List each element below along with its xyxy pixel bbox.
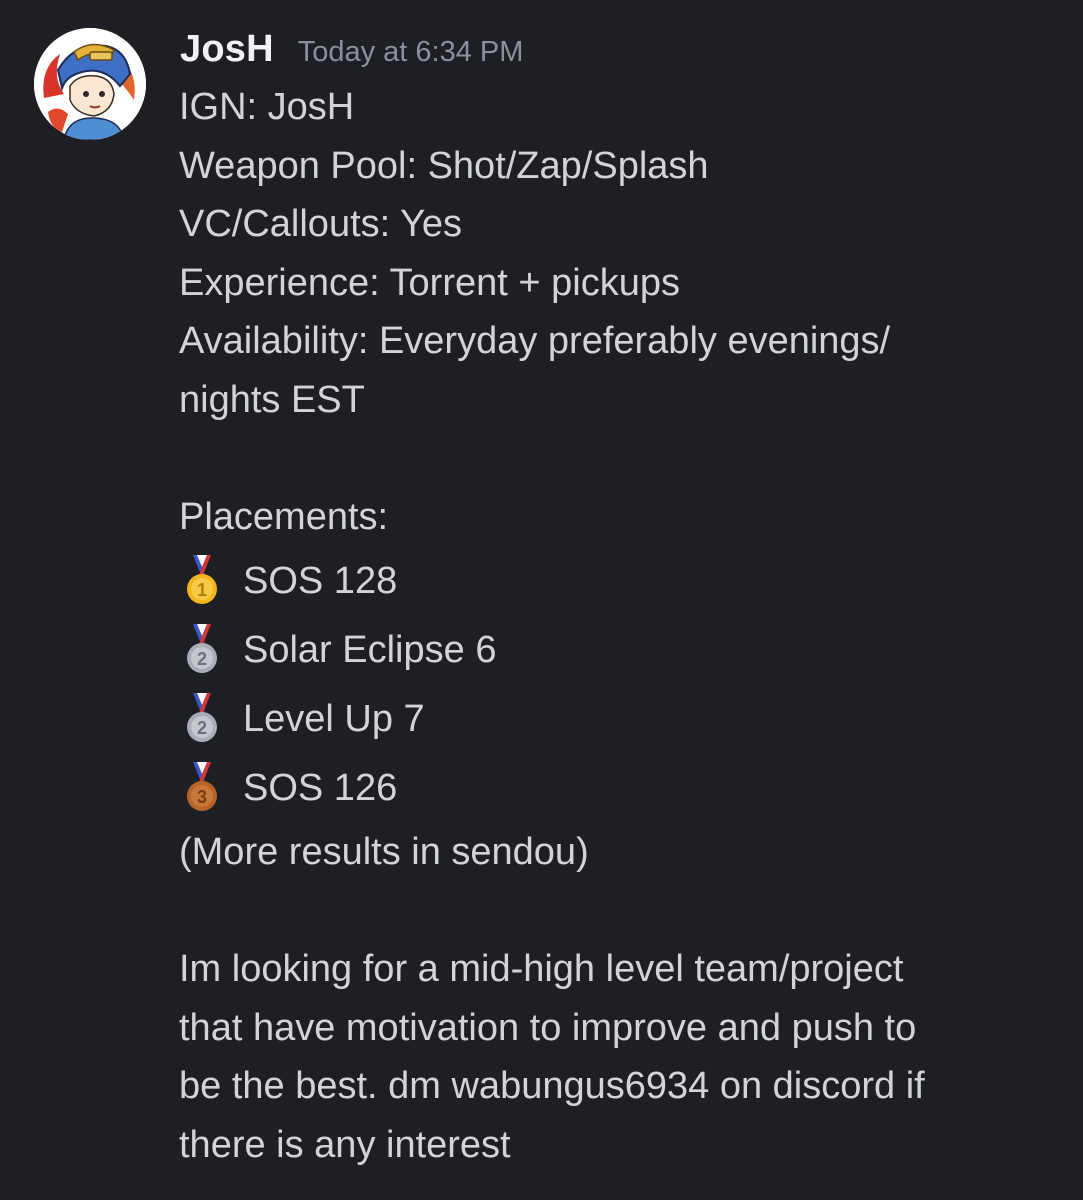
closing-line: there is any interest [179, 1123, 511, 1166]
placements-header: Placements: [179, 496, 389, 539]
knight-helmet-avatar-icon [34, 28, 146, 140]
svg-text:3: 3 [197, 787, 207, 807]
placement-text: Solar Eclipse 6 [243, 628, 497, 671]
silver-medal-icon: 2 [187, 693, 217, 743]
placement-text: SOS 128 [243, 559, 398, 602]
placement-item: 3 SOS 126 [179, 754, 1059, 823]
svg-text:2: 2 [197, 649, 207, 669]
more-results-line: (More results in sendou) [179, 830, 589, 873]
svg-text:1: 1 [197, 580, 207, 600]
placement-item: 2 Solar Eclipse 6 [179, 616, 1059, 685]
svg-text:2: 2 [197, 718, 207, 738]
message-line: VC/Callouts: Yes [179, 203, 463, 246]
placement-item: 1 SOS 128 [179, 547, 1059, 616]
bronze-medal-icon: 3 [187, 762, 217, 812]
message-content: IGN: JosH Weapon Pool: Shot/Zap/Splash V… [179, 78, 1059, 1174]
message-header: JosH Today at 6:34 PM [180, 28, 523, 78]
gold-medal-icon: 1 [187, 555, 217, 605]
username[interactable]: JosH [180, 28, 274, 71]
closing-line: Im looking for a mid-high level team/pro… [179, 947, 904, 990]
closing-line: be the best. dm wabungus6934 on discord … [179, 1065, 925, 1108]
placement-item: 2 Level Up 7 [179, 685, 1059, 754]
message-line: Availability: Everyday preferably evenin… [179, 320, 891, 363]
silver-medal-icon: 2 [187, 624, 217, 674]
message-line: Weapon Pool: Shot/Zap/Splash [179, 144, 709, 187]
message-line: IGN: JosH [179, 86, 355, 128]
closing-line: that have motivation to improve and push… [179, 1006, 917, 1049]
placement-text: Level Up 7 [243, 697, 425, 740]
timestamp: Today at 6:34 PM [297, 36, 524, 68]
placement-text: SOS 126 [243, 766, 398, 809]
user-avatar[interactable] [34, 28, 146, 140]
message-line: nights EST [179, 378, 365, 421]
message-line: Experience: Torrent + pickups [179, 261, 680, 304]
chat-message: JosH Today at 6:34 PM IGN: JosH Weapon P… [0, 0, 1083, 1200]
